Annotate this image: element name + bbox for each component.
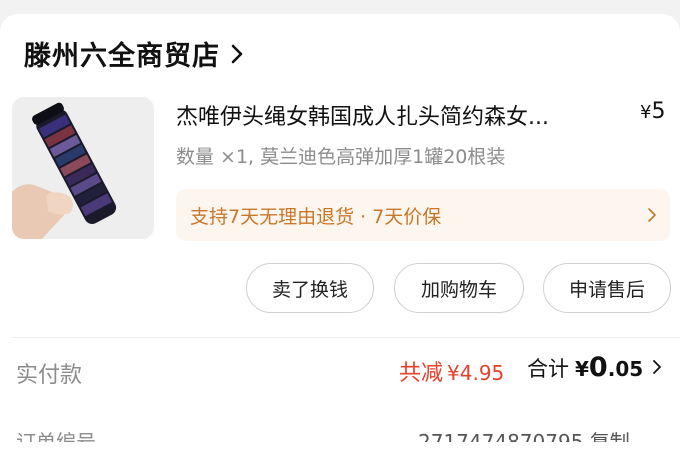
chevron-right-icon [648, 208, 656, 222]
sell-button[interactable]: 卖了换钱 [246, 263, 374, 313]
order-number-label: 订单编号 [16, 430, 96, 442]
product-image [12, 97, 154, 239]
total-symbol: ¥ [575, 357, 589, 381]
total-amount[interactable]: 合计 ¥0.05 [527, 352, 663, 383]
product-spec: 数量 ×1, 莫兰迪色高弹加厚1罐20根装 [176, 146, 506, 168]
discount-amount: ¥4.95 [447, 361, 505, 385]
chevron-right-icon [231, 44, 243, 63]
service-promise-bar[interactable]: 支持7天无理由退货 · 7天价保 [176, 189, 670, 241]
store-header[interactable]: 滕州六全商贸店 [24, 34, 248, 73]
price-value: 5 [651, 99, 666, 124]
product-price: ¥5 [640, 99, 665, 124]
store-name: 滕州六全商贸店 [24, 41, 220, 72]
total-label: 合计 [527, 357, 569, 381]
discount-info: 共减 ¥4.95 [399, 355, 504, 387]
product-title[interactable]: 杰唯伊头绳女韩国成人扎头简约森女... [176, 99, 596, 131]
chevron-right-icon [653, 360, 662, 374]
after-sale-button[interactable]: 申请售后 [543, 263, 671, 313]
price-symbol: ¥ [640, 102, 652, 123]
order-number-value: 2717474870795 复制 [418, 430, 630, 442]
total-int: 0 [588, 352, 608, 383]
product-thumbnail[interactable] [12, 97, 154, 239]
paid-label: 实付款 [16, 363, 83, 388]
add-to-cart-button[interactable]: 加购物车 [394, 263, 524, 313]
total-dec: .05 [607, 357, 644, 381]
discount-label: 共减 [399, 361, 444, 386]
divider [12, 337, 680, 338]
service-promise-text: 支持7天无理由退货 · 7天价保 [190, 205, 442, 228]
